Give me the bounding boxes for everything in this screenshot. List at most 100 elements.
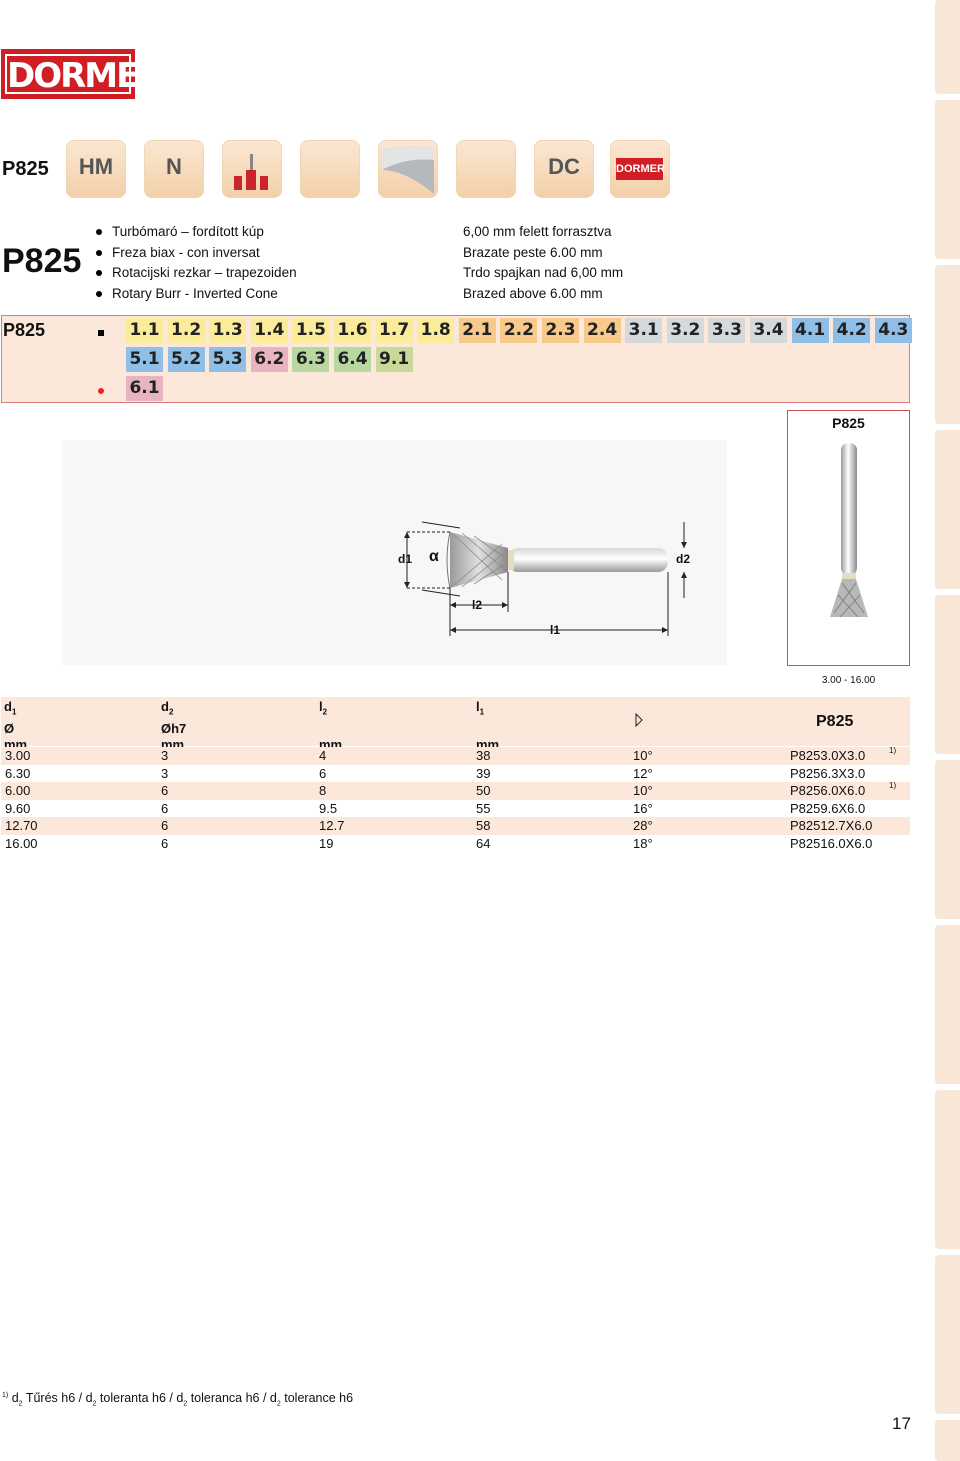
page-tab-strip bbox=[935, 0, 960, 1461]
table-cell-l2: 9.5 bbox=[319, 800, 338, 816]
cut-dc-icon: DC bbox=[534, 140, 594, 198]
table-cell-code: P8256.3X3.0 bbox=[790, 765, 866, 781]
table-cell-d2: 3 bbox=[161, 748, 169, 763]
table-cell-l2: 4 bbox=[319, 748, 327, 763]
table-cell-d1: 3.00 bbox=[5, 748, 31, 763]
product-photo-box: P825 bbox=[787, 410, 910, 666]
workpiece-icon bbox=[222, 140, 282, 198]
material-chip: 3.4 bbox=[750, 318, 787, 343]
table-cell-code: P8256.0X6.0 bbox=[790, 783, 866, 798]
product-code-small: P825 bbox=[2, 158, 49, 180]
dim-l1-label: l1 bbox=[550, 623, 561, 637]
table-cell-l2: 12.7 bbox=[319, 818, 345, 833]
page-tab bbox=[935, 430, 960, 589]
description-item: Freza biax - con inversat bbox=[96, 243, 297, 264]
blank-icon bbox=[300, 140, 360, 198]
table-cell-d2: 6 bbox=[161, 818, 169, 833]
table-cell-angle: 10° bbox=[633, 748, 653, 763]
table-cell-d2: 6 bbox=[161, 800, 169, 816]
material-chip: 3.1 bbox=[625, 318, 663, 343]
table-cell-angle: 16° bbox=[633, 800, 653, 816]
table-row: 12.70 6 12.7 58 28° P82512.7X6.0 bbox=[1, 817, 910, 835]
table-cell-l1: 55 bbox=[476, 800, 491, 816]
table-cell-l1: 38 bbox=[476, 748, 491, 763]
material-chip: 9.1 bbox=[375, 347, 413, 372]
table-cell-angle: 18° bbox=[633, 835, 653, 851]
page-tab bbox=[935, 100, 960, 259]
dim-d1-label: d1 bbox=[398, 552, 413, 566]
table-row: 3.00 3 4 38 10° P8253.0X3.0 1) bbox=[1, 746, 910, 765]
technical-drawing: d1 α d2 l2 l1 bbox=[62, 440, 727, 665]
dim-alpha-label: α bbox=[429, 548, 439, 565]
table-cell-d2: 6 bbox=[161, 783, 169, 798]
material-chip: 3.2 bbox=[666, 318, 704, 343]
material-chip: 6.4 bbox=[334, 347, 371, 372]
product-code-large: P825 bbox=[2, 242, 82, 280]
table-cell-angle: 28° bbox=[633, 818, 653, 833]
material-chip: 1.6 bbox=[334, 318, 371, 343]
table-cell-code: P8253.0X3.0 bbox=[790, 748, 866, 763]
description-item: Rotacijski rezkar – trapezoiden bbox=[96, 263, 297, 284]
table-cell-d1: 16.00 bbox=[5, 835, 38, 851]
table-cell-l1: 50 bbox=[476, 783, 491, 798]
material-chip-secondary: 6.1 bbox=[126, 376, 163, 401]
material-chip: 6.3 bbox=[292, 347, 330, 372]
table-cell-angle: 10° bbox=[633, 783, 653, 798]
table-cell-l1: 64 bbox=[476, 835, 491, 851]
material-suitability-band: P825 1.1 1.2 1.3 1.4 1.5 1.6 1.7 1.8 2.1 2.2 2.3 2.… bbox=[1, 315, 912, 403]
material-chip: 6.2 bbox=[250, 347, 288, 372]
page-tab bbox=[935, 1420, 960, 1461]
table-cell-d2: 6 bbox=[161, 835, 169, 851]
material-chip: 5.1 bbox=[126, 347, 163, 372]
material-chip: 4.3 bbox=[874, 318, 912, 343]
table-cell-d1: 6.00 bbox=[5, 783, 31, 798]
page-tab bbox=[935, 760, 960, 919]
type-n-icon: N bbox=[144, 140, 204, 198]
description-item: Turbómaró – fordított kúp bbox=[96, 222, 297, 243]
material-chip: 1.7 bbox=[375, 318, 413, 343]
material-chip: 2.2 bbox=[500, 318, 538, 343]
dormer-logo: DORMER bbox=[1, 49, 164, 99]
header-d1: d1 Ø mm bbox=[4, 699, 28, 752]
table-row-note: 1) bbox=[889, 746, 897, 755]
table-cell-d1: 12.70 bbox=[5, 818, 38, 833]
page-tab bbox=[935, 925, 960, 1084]
footnote: 1) d2 Tűrés h6 / d2 toleranta h6 / d2 to… bbox=[2, 1391, 354, 1408]
material-chip: 1.4 bbox=[250, 318, 288, 343]
header-code: P825 bbox=[816, 713, 854, 730]
material-chip: 1.2 bbox=[167, 318, 205, 343]
blank-icon-2 bbox=[456, 140, 516, 198]
material-chip: 2.3 bbox=[542, 318, 579, 343]
description-item: Rotary Burr - Inverted Cone bbox=[96, 284, 297, 305]
materials-label: P825 bbox=[3, 320, 46, 340]
table-cell-code: P82512.7X6.0 bbox=[790, 818, 873, 833]
material-chip: 2.1 bbox=[458, 318, 496, 343]
secondary-use-marker bbox=[98, 388, 104, 394]
page-tab bbox=[935, 595, 960, 754]
material-chip: 1.8 bbox=[417, 318, 455, 343]
page-tab bbox=[935, 265, 960, 424]
material-chip: 4.1 bbox=[791, 318, 829, 343]
table-cell-angle: 12° bbox=[633, 765, 653, 781]
table-row: 6.30 3 6 39 12° P8256.3X3.0 bbox=[1, 765, 910, 783]
dim-l2-label: l2 bbox=[472, 598, 483, 612]
table-cell-d1: 6.30 bbox=[5, 765, 31, 781]
diameter-range: 3.00 - 16.00 bbox=[821, 675, 876, 686]
table-cell-d1: 9.60 bbox=[5, 800, 31, 816]
description-list: Turbómaró – fordított kúp Freza biax - c… bbox=[96, 222, 297, 304]
table-row: 16.00 6 19 64 18° P82516.0X6.0 bbox=[1, 835, 910, 853]
table-cell-code: P82516.0X6.0 bbox=[790, 835, 873, 851]
material-chip: 4.2 bbox=[833, 318, 871, 343]
material-chip: 1.1 bbox=[126, 318, 163, 343]
table-cell-code: P8259.6X6.0 bbox=[790, 800, 866, 816]
material-chip: 5.3 bbox=[209, 347, 247, 372]
header-l2: l2 mm bbox=[319, 699, 343, 752]
material-chip: 3.3 bbox=[708, 318, 746, 343]
table-row-note: 1) bbox=[889, 781, 897, 790]
material-chip: 1.5 bbox=[292, 318, 330, 343]
dormer-brand-icon: DORMER bbox=[610, 140, 670, 198]
page-tab bbox=[935, 0, 960, 94]
material-chip: 1.3 bbox=[209, 318, 247, 343]
product-photo-label: P825 bbox=[832, 415, 865, 431]
page-tab bbox=[935, 1255, 960, 1414]
